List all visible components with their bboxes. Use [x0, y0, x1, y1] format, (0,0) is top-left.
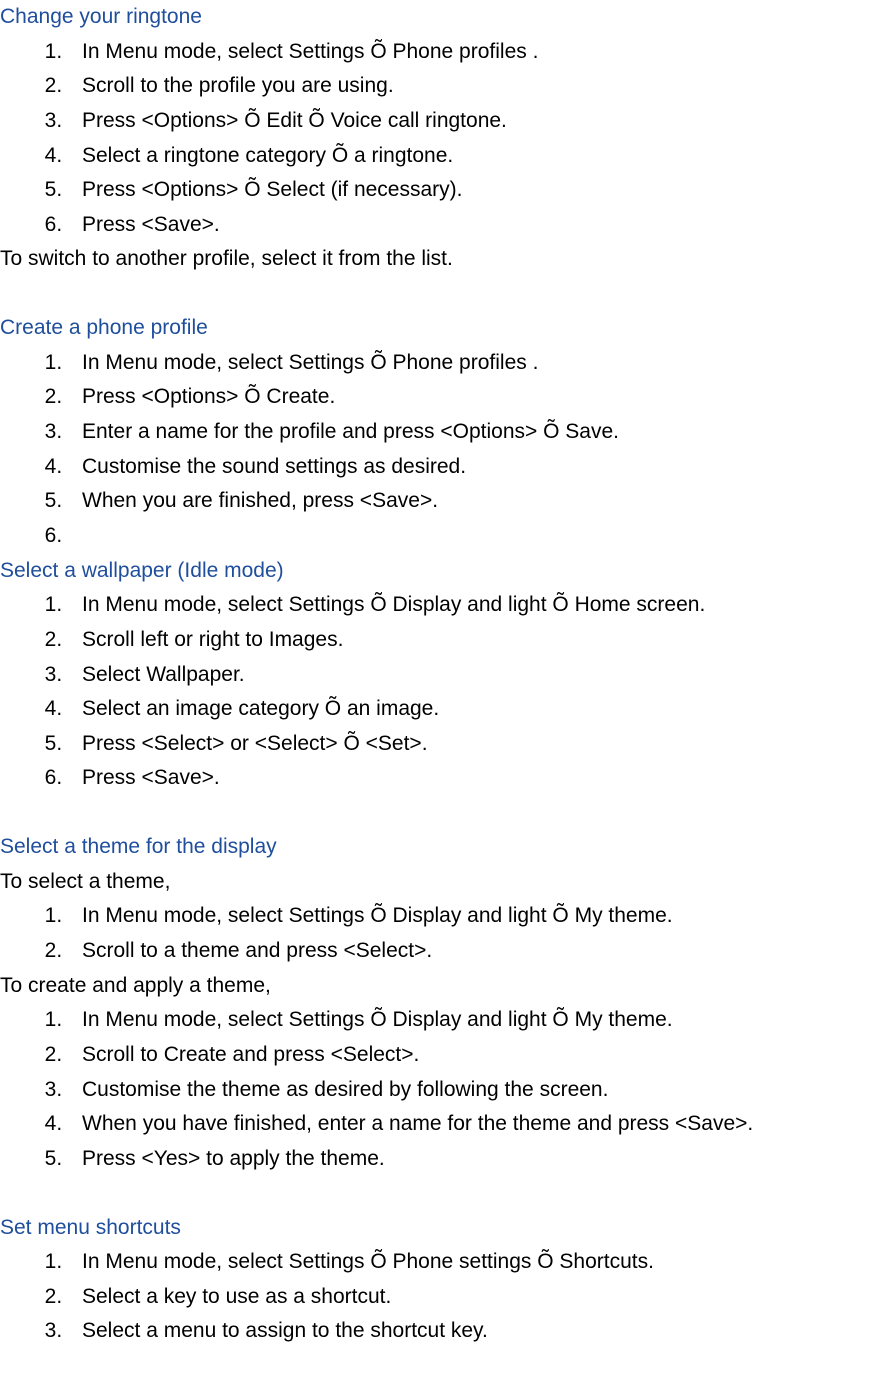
list-item: Select a ringtone category Õ a ringtone.	[68, 139, 879, 174]
list-item: Scroll to a theme and press <Select>.	[68, 934, 879, 969]
list-item: Enter a name for the profile and press <…	[68, 415, 879, 450]
list-item: Scroll left or right to Images.	[68, 623, 879, 658]
list-select-wallpaper: In Menu mode, select Settings Õ Display …	[0, 588, 879, 796]
list-item: Scroll to the profile you are using.	[68, 69, 879, 104]
list-item: Press <Save>.	[68, 761, 879, 796]
paragraph-switch-profile: To switch to another profile, select it …	[0, 242, 879, 277]
heading-select-wallpaper: Select a wallpaper (Idle mode)	[0, 554, 879, 589]
list-item: Customise the theme as desired by follow…	[68, 1073, 879, 1108]
list-create-profile: In Menu mode, select Settings Õ Phone pr…	[0, 346, 879, 554]
list-item: In Menu mode, select Settings Õ Display …	[68, 899, 879, 934]
list-item: Select a menu to assign to the shortcut …	[68, 1314, 879, 1349]
list-item: Press <Select> or <Select> Õ <Set>.	[68, 727, 879, 762]
list-item: When you are finished, press <Save>.	[68, 484, 879, 519]
list-item: In Menu mode, select Settings Õ Phone se…	[68, 1245, 879, 1280]
list-item: Press <Options> Õ Edit Õ Voice call ring…	[68, 104, 879, 139]
list-set-shortcuts: In Menu mode, select Settings Õ Phone se…	[0, 1245, 879, 1349]
list-select-theme-1: In Menu mode, select Settings Õ Display …	[0, 899, 879, 968]
list-item: Press <Options> Õ Create.	[68, 380, 879, 415]
list-select-theme-2: In Menu mode, select Settings Õ Display …	[0, 1003, 879, 1176]
list-item: Customise the sound settings as desired.	[68, 450, 879, 485]
list-item: In Menu mode, select Settings Õ Phone pr…	[68, 35, 879, 70]
list-item: Select an image category Õ an image.	[68, 692, 879, 727]
list-item: In Menu mode, select Settings Õ Display …	[68, 588, 879, 623]
list-item: Press <Options> Õ Select (if necessary).	[68, 173, 879, 208]
list-item: Select Wallpaper.	[68, 658, 879, 693]
list-item: Press <Yes> to apply the theme.	[68, 1142, 879, 1177]
heading-create-profile: Create a phone profile	[0, 311, 879, 346]
list-item: When you have finished, enter a name for…	[68, 1107, 879, 1142]
list-item: In Menu mode, select Settings Õ Display …	[68, 1003, 879, 1038]
list-change-ringtone: In Menu mode, select Settings Õ Phone pr…	[0, 35, 879, 243]
list-item: Scroll to Create and press <Select>.	[68, 1038, 879, 1073]
list-item: In Menu mode, select Settings Õ Phone pr…	[68, 346, 879, 381]
heading-set-shortcuts: Set menu shortcuts	[0, 1211, 879, 1246]
list-item: Select a key to use as a shortcut.	[68, 1280, 879, 1315]
heading-change-ringtone: Change your ringtone	[0, 0, 879, 35]
paragraph-select-theme-intro2: To create and apply a theme,	[0, 969, 879, 1004]
paragraph-select-theme-intro1: To select a theme,	[0, 865, 879, 900]
heading-select-theme: Select a theme for the display	[0, 830, 879, 865]
list-item	[68, 519, 879, 554]
list-item: Press <Save>.	[68, 208, 879, 243]
